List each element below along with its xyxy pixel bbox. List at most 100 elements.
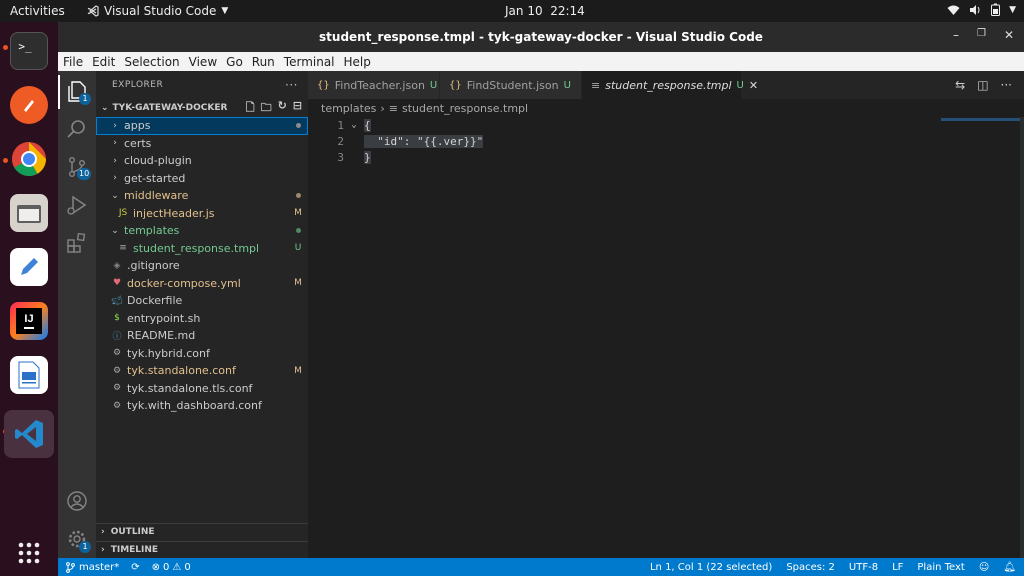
menu-edit[interactable]: Edit bbox=[92, 55, 115, 69]
code-line[interactable]: 1 ⌄ { bbox=[308, 117, 938, 133]
tab-findstudent[interactable]: {} FindStudent.json U bbox=[440, 71, 582, 99]
chrome-launcher[interactable] bbox=[10, 140, 48, 178]
chrome-icon bbox=[12, 142, 46, 176]
tree-file[interactable]: 🐋︎ Dockerfile bbox=[96, 292, 308, 310]
tree-file[interactable]: ◈ .gitignore bbox=[96, 257, 308, 275]
ubuntu-dock: >_ IJ bbox=[0, 22, 58, 576]
docker-file-icon: 🐋︎ bbox=[111, 295, 123, 306]
chevron-down-icon: ▼ bbox=[221, 6, 229, 16]
encoding[interactable]: UTF-8 bbox=[849, 562, 878, 573]
workspace-root[interactable]: ⌄ TYK-GATEWAY-DOCKER 🗋 🗀 ↻ ⊟ bbox=[96, 99, 308, 117]
tab-findteacher[interactable]: {} FindTeacher.json U bbox=[308, 71, 440, 99]
window-title-bar[interactable]: student_response.tmpl - tyk-gateway-dock… bbox=[58, 22, 1024, 52]
maximize-icon[interactable]: ❐ bbox=[977, 28, 986, 42]
minimize-icon[interactable]: – bbox=[953, 28, 959, 42]
branch-indicator[interactable]: master* bbox=[66, 562, 119, 573]
breadcrumb-folder[interactable]: templates bbox=[321, 102, 376, 115]
tab-student-response[interactable]: ≡ student_response.tmpl U ✕ bbox=[582, 71, 758, 99]
postman-icon bbox=[24, 100, 34, 112]
line-endings[interactable]: LF bbox=[892, 562, 903, 573]
indentation[interactable]: Spaces: 2 bbox=[786, 562, 835, 573]
tree-folder[interactable]: › cloud-plugin bbox=[96, 152, 308, 170]
close-icon[interactable]: ✕ bbox=[1004, 28, 1014, 42]
vscode-launcher[interactable] bbox=[4, 410, 54, 458]
tree-file[interactable]: ♥ docker-compose.yml M bbox=[96, 275, 308, 293]
line-number: 3 bbox=[337, 150, 344, 164]
vertical-scrollbar[interactable] bbox=[1020, 117, 1024, 558]
problems-indicator[interactable]: ⊗ 0 ⚠ 0 bbox=[152, 562, 191, 573]
minimap[interactable] bbox=[941, 118, 1021, 121]
feedback-icon[interactable]: ☺ bbox=[979, 562, 989, 573]
menu-terminal[interactable]: Terminal bbox=[284, 55, 335, 69]
manage-button[interactable]: 1 bbox=[65, 527, 91, 553]
menu-file[interactable]: File bbox=[63, 55, 83, 69]
timeline-section[interactable]: › TIMELINE bbox=[96, 541, 308, 558]
tree-folder[interactable]: ⌄ templates bbox=[96, 222, 308, 240]
menu-selection[interactable]: Selection bbox=[124, 55, 179, 69]
menu-help[interactable]: Help bbox=[344, 55, 371, 69]
extensions-button[interactable] bbox=[65, 231, 89, 255]
intellij-launcher[interactable]: IJ bbox=[10, 302, 48, 340]
split-editor-icon[interactable]: ◫ bbox=[977, 78, 988, 92]
explorer-sidebar: EXPLORER ··· ⌄ TYK-GATEWAY-DOCKER 🗋 🗀 ↻ … bbox=[96, 71, 308, 558]
tree-file[interactable]: ≡ student_response.tmpl U bbox=[96, 240, 308, 258]
show-applications-button[interactable] bbox=[10, 534, 48, 572]
language-mode[interactable]: Plain Text bbox=[917, 562, 964, 573]
files-launcher[interactable] bbox=[10, 194, 48, 232]
accounts-button[interactable] bbox=[65, 489, 89, 513]
close-icon[interactable]: ✕ bbox=[749, 79, 758, 92]
code-line[interactable]: 2 "id": "{{.ver}}" bbox=[308, 133, 938, 149]
json-icon: {} bbox=[449, 79, 462, 91]
tree-file[interactable]: ⚙ tyk.standalone.tls.conf bbox=[96, 380, 308, 398]
run-debug-button[interactable] bbox=[65, 193, 89, 217]
system-tray[interactable]: ▼ bbox=[947, 3, 1016, 16]
tree-folder[interactable]: › get-started bbox=[96, 170, 308, 188]
activity-bar: 1 10 1 bbox=[58, 71, 96, 558]
git-status: M bbox=[294, 278, 302, 289]
menu-view[interactable]: View bbox=[189, 55, 217, 69]
collapse-all-icon[interactable]: ⊟ bbox=[293, 99, 302, 118]
code-line[interactable]: 3 } bbox=[308, 149, 938, 165]
pencil-icon bbox=[21, 258, 38, 275]
breadcrumb-file[interactable]: student_response.tmpl bbox=[402, 102, 528, 115]
tree-file[interactable]: JS injectHeader.js M bbox=[96, 205, 308, 223]
tree-file[interactable]: ⚙ tyk.with_dashboard.conf bbox=[96, 397, 308, 415]
tree-folder[interactable]: ⌄ middleware bbox=[96, 187, 308, 205]
tree-item-label: .gitignore bbox=[127, 259, 180, 273]
terminal-launcher[interactable]: >_ bbox=[10, 32, 48, 70]
clock[interactable]: Jan 10 22:14 bbox=[505, 4, 585, 18]
tree-file[interactable]: ⚙ tyk.standalone.conf M bbox=[96, 362, 308, 380]
tree-file[interactable]: ⚙ tyk.hybrid.conf bbox=[96, 345, 308, 363]
search-button[interactable] bbox=[65, 117, 89, 141]
open-changes-icon[interactable]: ⇆ bbox=[955, 78, 965, 92]
sync-icon[interactable]: ⟳ bbox=[131, 562, 139, 573]
extensions-icon bbox=[67, 232, 86, 253]
text-file-icon: ≡ bbox=[388, 101, 399, 115]
explorer-button[interactable]: 1 bbox=[65, 79, 91, 105]
account-icon bbox=[67, 491, 87, 511]
refresh-icon[interactable]: ↻ bbox=[278, 99, 287, 118]
cursor-position[interactable]: Ln 1, Col 1 (22 selected) bbox=[650, 562, 772, 573]
git-status: M bbox=[294, 365, 302, 376]
tree-folder[interactable]: › apps bbox=[96, 117, 308, 135]
new-folder-icon[interactable]: 🗀 bbox=[261, 99, 272, 118]
writer-launcher[interactable] bbox=[10, 356, 48, 394]
activities-button[interactable]: Activities bbox=[10, 4, 65, 18]
outline-section[interactable]: › OUTLINE bbox=[96, 523, 308, 540]
postman-launcher[interactable] bbox=[10, 86, 48, 124]
line-number: 1 bbox=[337, 118, 344, 132]
more-actions-icon[interactable]: ··· bbox=[285, 78, 298, 92]
fold-chevron-icon[interactable]: ⌄ bbox=[344, 120, 364, 130]
notifications-icon[interactable]: 🔔︎ bbox=[1003, 562, 1016, 573]
menu-run[interactable]: Run bbox=[252, 55, 275, 69]
code-editor[interactable]: 1 ⌄ { 2 "id": "{{.ver}}" 3 } bbox=[308, 117, 1024, 558]
more-actions-icon[interactable]: ··· bbox=[1001, 78, 1012, 92]
text-editor-launcher[interactable] bbox=[10, 248, 48, 286]
new-file-icon[interactable]: 🗋 bbox=[246, 99, 255, 118]
source-control-button[interactable]: 10 bbox=[65, 155, 92, 180]
tree-folder[interactable]: › certs bbox=[96, 135, 308, 153]
tree-file[interactable]: $ entrypoint.sh bbox=[96, 310, 308, 328]
app-menu[interactable]: Visual Studio Code ▼ bbox=[87, 4, 228, 18]
tree-file[interactable]: ⓘ README.md bbox=[96, 327, 308, 345]
menu-go[interactable]: Go bbox=[226, 55, 243, 69]
